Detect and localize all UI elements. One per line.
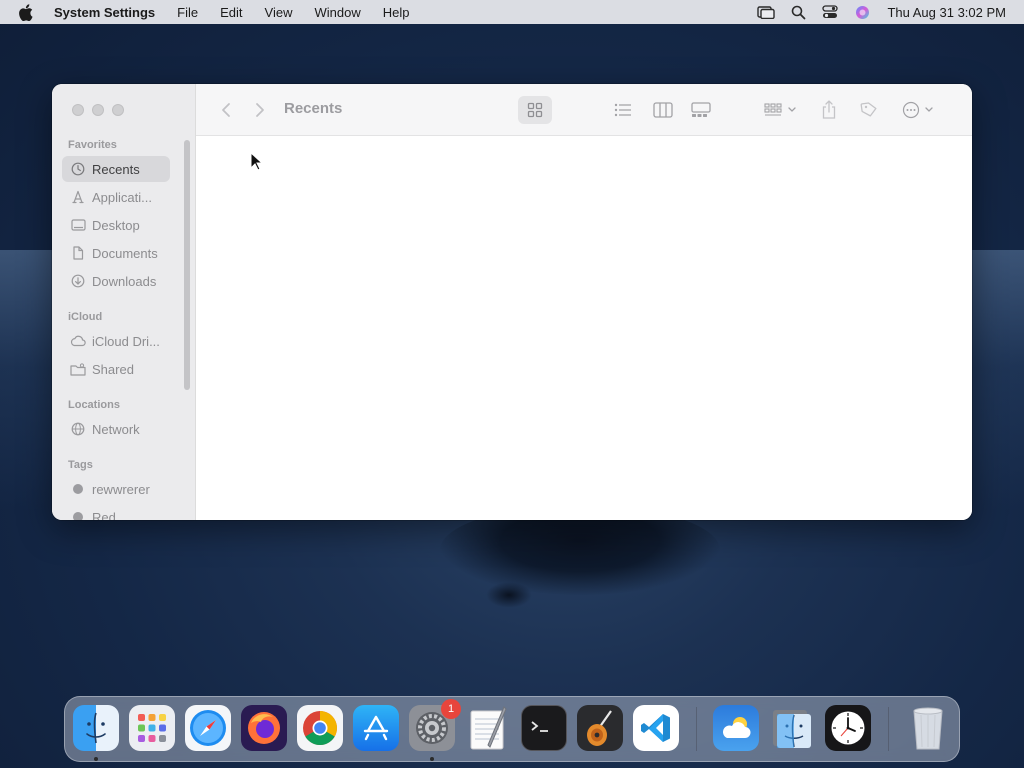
- sidebar-item-label: Red: [92, 509, 116, 521]
- dock-launchpad-icon[interactable]: [129, 705, 175, 751]
- sidebar-item-desktop[interactable]: Desktop: [62, 212, 170, 238]
- clock-icon: [70, 161, 86, 177]
- mouse-cursor-icon: [250, 152, 264, 171]
- gallery-view-icon[interactable]: [690, 98, 712, 122]
- dock-terminal-icon[interactable]: [521, 705, 567, 751]
- dock-textedit-icon[interactable]: [465, 705, 511, 751]
- window-controls: [72, 104, 132, 116]
- minimize-window-button[interactable]: [92, 104, 104, 116]
- finder-sidebar: Favorites Recents Applicati... Desktop D…: [52, 84, 196, 520]
- menu-bar-clock[interactable]: Thu Aug 31 3:02 PM: [887, 5, 1006, 20]
- finder-window: Favorites Recents Applicati... Desktop D…: [52, 84, 972, 520]
- dock-running-indicator: [430, 757, 434, 761]
- cloud-icon: [70, 333, 86, 349]
- tag-icon[interactable]: [858, 98, 880, 122]
- dock-firefox-icon[interactable]: [241, 705, 287, 751]
- list-view-icon[interactable]: [612, 98, 634, 122]
- sidebar-item-label: Network: [92, 421, 140, 437]
- more-actions-icon[interactable]: [900, 98, 940, 122]
- active-app-name[interactable]: System Settings: [54, 5, 155, 20]
- sidebar-item-label: Downloads: [92, 273, 157, 289]
- dock: 1: [64, 696, 960, 762]
- sidebar-tag-rewwrerer[interactable]: rewwrerer: [62, 476, 170, 502]
- zoom-window-button[interactable]: [112, 104, 124, 116]
- dock-weather-icon[interactable]: [713, 705, 759, 751]
- sidebar-item-label: Recents: [92, 161, 140, 177]
- dock-running-indicator: [94, 757, 98, 761]
- column-view-icon[interactable]: [652, 98, 674, 122]
- forward-icon[interactable]: [250, 98, 270, 122]
- sidebar-item-downloads[interactable]: Downloads: [62, 268, 170, 294]
- sidebar-item-recents[interactable]: Recents: [62, 156, 170, 182]
- sidebar-item-label: rewwrerer: [92, 481, 150, 497]
- applications-icon: [70, 189, 86, 205]
- control-center-icon[interactable]: [821, 4, 839, 20]
- dock-trash-icon[interactable]: [905, 705, 951, 751]
- desktop-icon: [70, 217, 86, 233]
- sidebar-section-favorites: Favorites: [68, 139, 117, 151]
- dock-system-settings-icon[interactable]: 1: [409, 699, 461, 751]
- dock-garageband-icon[interactable]: [577, 705, 623, 751]
- download-icon: [70, 273, 86, 289]
- icon-view-icon[interactable]: [524, 98, 546, 122]
- tag-color-dot-wrapper: [70, 509, 86, 520]
- sidebar-scrollbar[interactable]: [184, 140, 190, 390]
- back-icon[interactable]: [216, 98, 236, 122]
- dock-app-store-icon[interactable]: [353, 705, 399, 751]
- wallpaper-rock: [486, 582, 532, 608]
- menu-bar: System Settings File Edit View Window He…: [0, 0, 1024, 24]
- sidebar-item-applications[interactable]: Applicati...: [62, 184, 170, 210]
- dock-finder-icon[interactable]: [73, 705, 119, 751]
- menu-view[interactable]: View: [265, 5, 293, 20]
- sidebar-item-label: Desktop: [92, 217, 140, 233]
- apple-menu-icon[interactable]: [18, 0, 38, 24]
- window-title: Recents: [284, 100, 343, 117]
- sidebar-item-label: Documents: [92, 245, 158, 261]
- menu-window[interactable]: Window: [314, 5, 360, 20]
- dock-clock-icon[interactable]: [825, 705, 871, 751]
- sidebar-section-locations: Locations: [68, 399, 120, 411]
- tag-dot-icon: [73, 484, 83, 494]
- sidebar-tag-red[interactable]: Red: [62, 504, 170, 520]
- screen-mirroring-icon[interactable]: [757, 4, 776, 20]
- finder-toolbar: Recents: [196, 84, 972, 136]
- share-icon[interactable]: [818, 98, 840, 122]
- dock-vscode-icon[interactable]: [633, 705, 679, 751]
- notification-badge: 1: [441, 699, 461, 719]
- dock-separator: [888, 707, 889, 751]
- sidebar-item-documents[interactable]: Documents: [62, 240, 170, 266]
- sidebar-item-label: Applicati...: [92, 189, 152, 205]
- menu-edit[interactable]: Edit: [220, 5, 242, 20]
- document-icon: [70, 245, 86, 261]
- dock-chrome-icon[interactable]: [297, 705, 343, 751]
- spotlight-search-icon[interactable]: [789, 4, 807, 20]
- menu-help[interactable]: Help: [383, 5, 410, 20]
- sidebar-item-label: Shared: [92, 361, 134, 377]
- shared-folder-icon: [70, 361, 86, 377]
- dock-preview-icon[interactable]: [769, 705, 815, 751]
- sidebar-item-icloud-drive[interactable]: iCloud Dri...: [62, 328, 170, 354]
- tag-color-dot-wrapper: [70, 481, 86, 497]
- group-by-icon[interactable]: [762, 98, 802, 122]
- sidebar-section-icloud: iCloud: [68, 311, 103, 323]
- siri-icon[interactable]: [853, 4, 871, 20]
- finder-content-area[interactable]: [196, 136, 972, 520]
- globe-icon: [70, 421, 86, 437]
- sidebar-section-tags: Tags: [68, 459, 93, 471]
- tag-dot-icon: [73, 512, 83, 520]
- close-window-button[interactable]: [72, 104, 84, 116]
- sidebar-item-label: iCloud Dri...: [92, 333, 160, 349]
- dock-separator: [696, 707, 697, 751]
- dock-safari-icon[interactable]: [185, 705, 231, 751]
- sidebar-item-shared[interactable]: Shared: [62, 356, 170, 382]
- sidebar-item-network[interactable]: Network: [62, 416, 170, 442]
- menu-file[interactable]: File: [177, 5, 198, 20]
